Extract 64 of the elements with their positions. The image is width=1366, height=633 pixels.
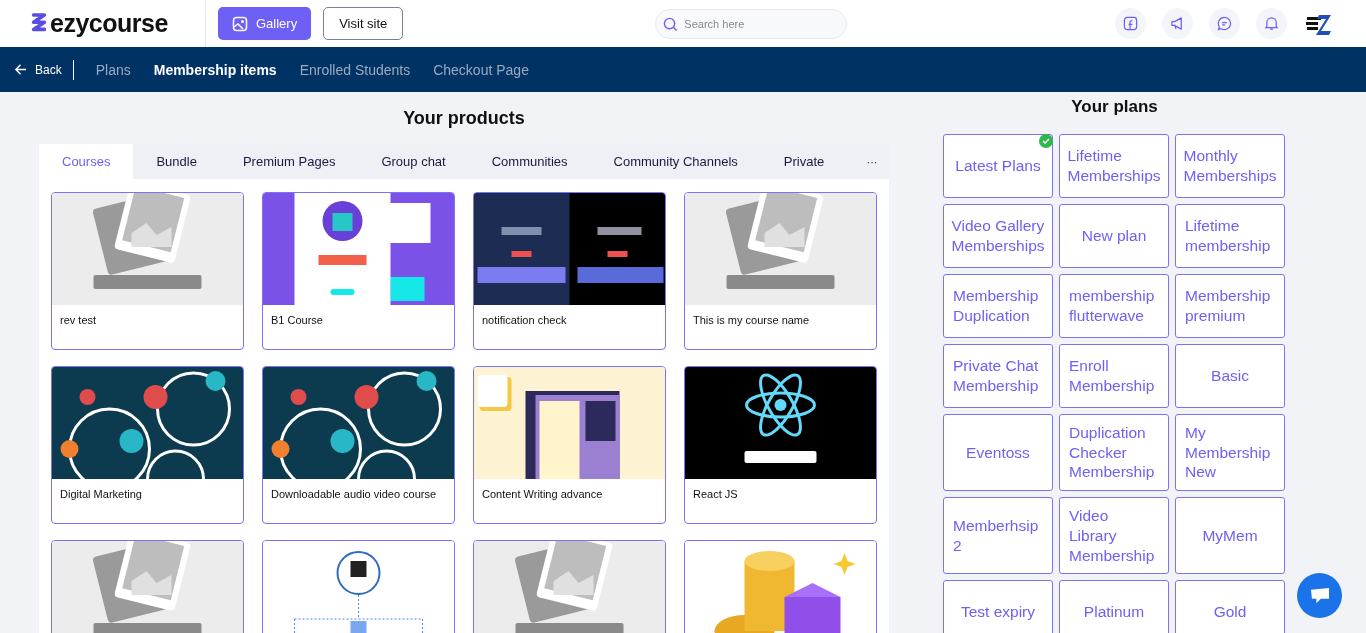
plan-card[interactable]: Membership Duplication xyxy=(943,274,1053,338)
plan-card[interactable]: Gold xyxy=(1175,580,1285,633)
product-tab[interactable]: Communities xyxy=(468,144,591,179)
chat-bubble-icon xyxy=(1308,586,1331,605)
nav-tab[interactable]: Enrolled Students xyxy=(299,61,411,78)
product-tab[interactable]: Group chat xyxy=(358,144,469,179)
bell-icon[interactable] xyxy=(1256,8,1288,39)
course-title: notification check xyxy=(481,313,568,326)
plans-title: Your plans xyxy=(1070,97,1159,117)
course-card[interactable]: notification check xyxy=(473,192,666,350)
megaphone-icon[interactable] xyxy=(1162,8,1194,39)
course-title: rev test xyxy=(59,313,98,326)
plan-card[interactable]: Membership premium xyxy=(1175,274,1285,338)
nav-tab[interactable]: Membership items xyxy=(153,61,277,78)
plan-card[interactable]: Monthly Memberships xyxy=(1175,134,1285,198)
plan-card[interactable]: Video Library Membership xyxy=(1059,497,1169,575)
product-tab[interactable]: Private xyxy=(760,144,848,179)
facebook-icon[interactable] xyxy=(1115,8,1147,39)
plan-card[interactable]: Basic xyxy=(1175,344,1285,408)
course-card[interactable]: Digital Marketing xyxy=(51,366,244,524)
plan-card[interactable]: Platinum xyxy=(1059,580,1169,633)
product-tab[interactable]: Courses xyxy=(39,144,134,179)
plan-card[interactable]: Enroll Membership xyxy=(1059,344,1169,408)
plan-card[interactable]: Test expiry xyxy=(943,580,1053,633)
course-card[interactable]: Content Writing advance xyxy=(473,366,666,524)
plan-card[interactable]: Lifetime membership xyxy=(1175,204,1285,268)
image-icon xyxy=(232,15,248,32)
plan-card[interactable]: Lifetime Memberships xyxy=(1059,134,1169,198)
course-title: B1 Course xyxy=(270,313,324,326)
back-button[interactable]: Back xyxy=(14,62,62,77)
search-icon xyxy=(663,16,679,32)
course-title: This is my course name xyxy=(692,313,811,326)
search-field[interactable]: Search here xyxy=(655,8,848,39)
gallery-button[interactable]: Gallery xyxy=(218,7,312,40)
plan-card[interactable]: New plan xyxy=(1059,204,1169,268)
plan-card[interactable]: Latest Plans xyxy=(943,134,1053,198)
course-card[interactable]: B1 Course xyxy=(262,192,455,350)
visit-site-button[interactable]: Visit site xyxy=(323,7,404,40)
logo-text: ezycourse xyxy=(50,9,168,38)
course-card[interactable]: rev test xyxy=(51,192,244,350)
course-title: Downloadable audio video course xyxy=(270,487,438,500)
plan-card[interactable]: MyMem xyxy=(1175,497,1285,575)
plan-card[interactable]: Video Gallery Memberships xyxy=(943,204,1053,268)
plan-card[interactable]: My Membership New xyxy=(1175,414,1285,492)
chat-button[interactable] xyxy=(1297,573,1342,618)
product-tab[interactable]: Community Channels xyxy=(590,144,761,179)
arrow-left-icon xyxy=(14,63,27,76)
nav-tab[interactable]: Checkout Page xyxy=(433,61,529,78)
plan-card[interactable]: membership flutterwave xyxy=(1059,274,1169,338)
nav-tab[interactable]: Plans xyxy=(95,61,131,78)
plan-card[interactable]: Eventoss xyxy=(943,414,1053,492)
plan-card[interactable]: Duplication Checker Membership xyxy=(1059,414,1169,492)
chat-icon[interactable] xyxy=(1209,8,1241,39)
course-card[interactable]: React JS xyxy=(684,366,877,524)
course-title: React JS xyxy=(692,487,739,500)
course-card[interactable]: This is my course name xyxy=(684,192,877,350)
course-title: Digital Marketing xyxy=(59,487,143,500)
course-title: Content Writing advance xyxy=(481,487,604,500)
product-tab[interactable]: Bundle xyxy=(133,144,220,179)
plan-card[interactable]: Memberhsip 2 xyxy=(943,497,1053,575)
plan-card[interactable]: Private Chat Membership xyxy=(943,344,1053,408)
product-tab[interactable]: Premium Pages xyxy=(219,144,359,179)
products-title: Your products xyxy=(402,108,526,129)
course-card[interactable]: Downloadable audio video course xyxy=(262,366,455,524)
